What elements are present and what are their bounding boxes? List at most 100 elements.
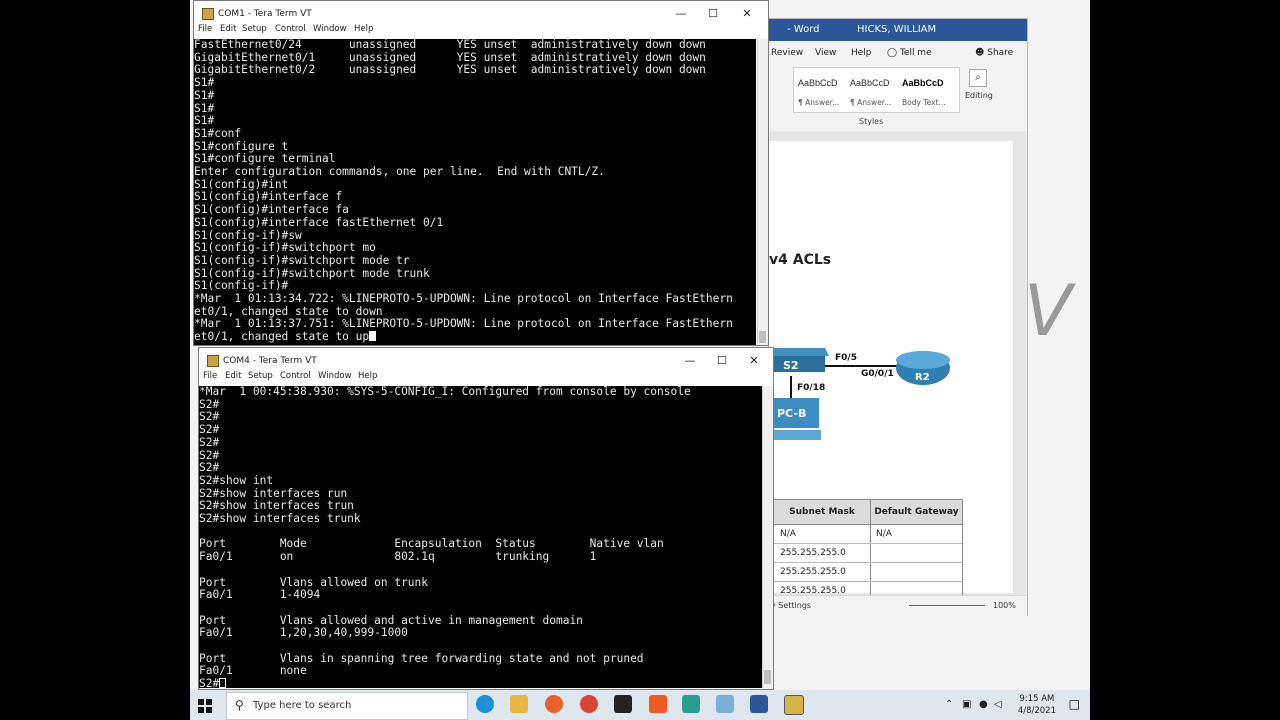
tab-tell-me[interactable]: ◯ Tell me — [887, 48, 932, 58]
com1-terminal-screen[interactable]: FastEthernet0/24 unassigned YES unset ad… — [194, 39, 756, 345]
maximize-icon[interactable]: ☐ — [706, 7, 720, 20]
windows-start-icon[interactable] — [198, 698, 212, 713]
com4-scrollbar[interactable] — [762, 386, 773, 688]
menu-help[interactable]: Help — [354, 24, 373, 34]
volume-icon[interactable]: ◁ — [994, 699, 1002, 710]
tab-view[interactable]: View — [815, 48, 836, 58]
terminal-line: S1(config-if)#switchport mode tr — [194, 253, 410, 267]
terminal-line: S1#conf — [194, 126, 242, 140]
zoom-slider[interactable] — [909, 605, 985, 606]
notifications-icon[interactable]: □ — [1069, 697, 1080, 711]
display-settings[interactable]: y Settings — [771, 601, 811, 610]
g001-label: G0/0/1 — [861, 369, 894, 379]
f018-label: F0/18 — [797, 383, 825, 393]
menu-file[interactable]: File — [203, 371, 217, 381]
menu-setup[interactable]: Setup — [248, 371, 273, 381]
firefox-icon[interactable] — [545, 695, 563, 713]
f05-label: F0/5 — [835, 353, 857, 363]
brave-icon[interactable] — [649, 695, 667, 713]
com1-terminal-window[interactable]: COM1 - Tera Term VT — ☐ ✕ File Edit Setu… — [193, 0, 769, 346]
minimize-icon[interactable]: — — [674, 7, 688, 20]
teraterm-taskbar-icon[interactable] — [784, 695, 804, 715]
microphone-icon[interactable]: ● — [979, 699, 988, 710]
table-cell: 255.255.255.0 — [774, 544, 871, 562]
terminal-line: S1(config)#interface fa — [194, 203, 349, 217]
notepad-icon[interactable] — [716, 695, 734, 713]
table-header: Subnet Mask — [774, 500, 871, 524]
menu-control[interactable]: Control — [280, 371, 311, 381]
terminal-line: S2#show int — [199, 473, 274, 487]
edge-icon[interactable] — [476, 695, 494, 713]
word-ribbon: AaBbCcD ¶ Answer... AaBbCcD ¶ Answer... … — [769, 65, 1027, 132]
menu-help[interactable]: Help — [358, 371, 377, 381]
menu-setup[interactable]: Setup — [242, 24, 267, 34]
terminal-line: S1# — [194, 114, 215, 128]
text-cursor — [369, 331, 377, 342]
close-icon[interactable]: ✕ — [747, 354, 761, 367]
word-icon[interactable] — [750, 695, 768, 713]
terminal-line: Fa0/1 1,20,30,40,999-1000 — [199, 626, 408, 640]
com1-scrollbar[interactable] — [757, 39, 768, 345]
terminal-line: Enter configuration commands, one per li… — [194, 165, 605, 179]
style-preview: AaBbCcD — [850, 78, 890, 88]
terminal-line: FastEthernet0/24 unassigned YES unset ad… — [194, 39, 706, 51]
terminal-line: Fa0/1 none — [199, 664, 307, 678]
tab-help[interactable]: Help — [851, 48, 872, 58]
lightbulb-icon: ◯ — [887, 48, 900, 58]
word-ribbon-tabs: Review View Help ◯ Tell me ☻ Share — [769, 41, 1027, 65]
taskbar-search-box[interactable]: ⚲ Type here to search — [226, 692, 468, 720]
terminal-line: S2# — [199, 423, 220, 437]
teraterm-icon — [207, 355, 219, 367]
menu-edit[interactable]: Edit — [225, 371, 241, 381]
document-page[interactable]: v4 ACLs S2 F0/5 G0/0/1 F0/18 R2 PC-B Sub… — [769, 141, 1013, 600]
taskbar: ⚲ Type here to search ⌃ ▣ ● ◁ 9:15 AM 4/… — [190, 690, 1090, 720]
menu-control[interactable]: Control — [275, 24, 306, 34]
menu-file[interactable]: File — [198, 24, 212, 34]
terminal-line: GigabitEthernet0/2 unassigned YES unset … — [194, 63, 706, 77]
style-body-text[interactable]: AaBbCcD Body Text... — [900, 72, 952, 110]
network-icon[interactable]: ▣ — [962, 699, 971, 710]
word-user-name: HICKS, WILLIAM — [857, 24, 937, 35]
menu-window[interactable]: Window — [318, 371, 352, 381]
terminal-line: *Mar 1 00:45:38.930: %SYS-5-CONFIG_I: Co… — [199, 386, 691, 398]
maximize-icon[interactable]: ☐ — [715, 354, 729, 367]
terminal-line: S1(config)#interface fastEthernet 0/1 — [194, 215, 444, 229]
share-button[interactable]: ☻ Share — [975, 48, 1013, 58]
com4-terminal-screen[interactable]: *Mar 1 00:45:38.930: %SYS-5-CONFIG_I: Co… — [199, 386, 762, 688]
word-app-title: - Word — [787, 24, 820, 35]
tell-me-label: Tell me — [899, 48, 932, 58]
pc-b-label: PC-B — [777, 407, 806, 420]
search-icon: ⌕ — [969, 69, 987, 87]
terminal-icon[interactable] — [614, 695, 632, 713]
taskbar-clock[interactable]: 9:15 AM 4/8/2021 — [1018, 693, 1056, 717]
doc-heading: v4 ACLs — [769, 252, 832, 268]
style-name: ¶ Answer... — [798, 98, 840, 107]
terminal-line: Fa0/1 1-4094 — [199, 588, 321, 602]
com4-terminal-window[interactable]: COM4 - Tera Term VT — ☐ ✕ File Edit Setu… — [198, 347, 774, 690]
style-preview: AaBbCcD — [902, 78, 944, 88]
terminal-line: S1# — [194, 88, 215, 102]
minimize-icon[interactable]: — — [683, 354, 697, 367]
terminal-line: S2# — [199, 677, 762, 688]
terminal-line: Fa0/1 on 802.1q trunking 1 — [199, 550, 597, 564]
zoom-level[interactable]: 100% — [993, 601, 1016, 610]
close-icon[interactable]: ✕ — [740, 7, 754, 20]
terminal-line: S1# — [194, 76, 215, 90]
menu-window[interactable]: Window — [313, 24, 347, 34]
table-cell: N/A — [876, 529, 892, 539]
editing-button[interactable]: ⌕ Editing — [965, 67, 993, 111]
style-answer-1[interactable]: AaBbCcD ¶ Answer... — [796, 72, 848, 110]
tab-review[interactable]: Review — [771, 48, 803, 58]
style-name: ¶ Answer... — [850, 98, 892, 107]
chrome-icon[interactable] — [580, 695, 598, 713]
file-explorer-icon[interactable] — [510, 695, 528, 713]
store-icon[interactable] — [682, 695, 700, 713]
menu-edit[interactable]: Edit — [220, 24, 236, 34]
style-answer-2[interactable]: AaBbCcD ¶ Answer... — [848, 72, 900, 110]
chevron-up-icon[interactable]: ⌃ — [945, 699, 953, 710]
search-icon: ⚲ — [235, 698, 244, 712]
word-window[interactable]: - Word HICKS, WILLIAM Review View Help ◯… — [768, 18, 1028, 616]
